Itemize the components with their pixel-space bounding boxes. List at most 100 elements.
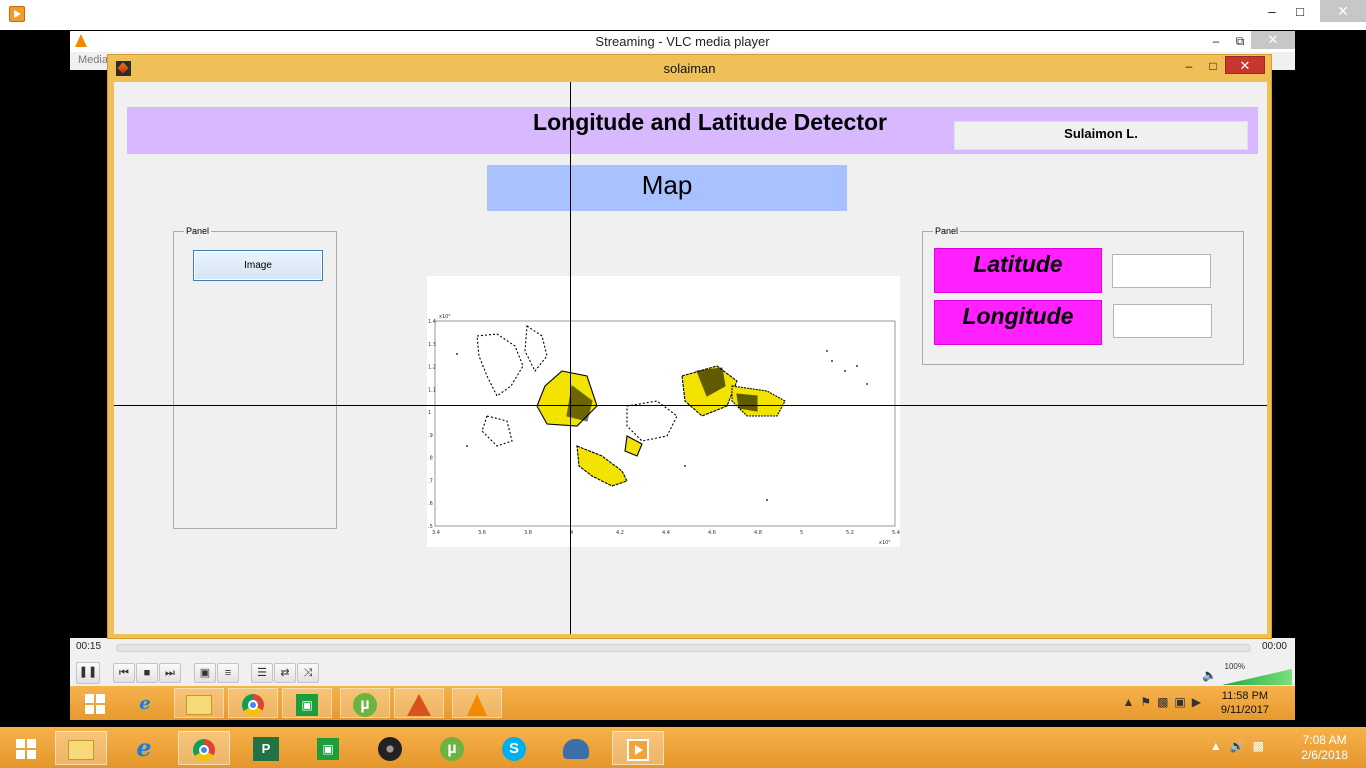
x-multiplier: x10⁵ <box>879 540 890 546</box>
y-tick-label: .9 <box>428 433 433 439</box>
volume-slider[interactable] <box>1222 669 1292 685</box>
main-taskbar-ie[interactable]: e <box>118 731 170 765</box>
taskbar-ie[interactable]: e <box>120 688 170 718</box>
elapsed-time: 00:15 <box>76 641 102 652</box>
fullscreen-button[interactable]: ▣ <box>194 663 216 683</box>
map-image[interactable]: 1.4 1.3 1.2 1.1 1.9.8.7.6.5 3.4 3.6 3.8 4 4.2 4.4… <box>427 276 900 547</box>
x-tick-label: 4.8 <box>754 530 762 536</box>
main-clock-date: 2/6/2018 <box>1301 748 1348 762</box>
taskbar-chrome[interactable] <box>228 688 278 718</box>
inner-taskbar: e ▣ µ ▲⚑▩▣▶ 11:58 PM 9/11/2017 <box>70 686 1295 720</box>
right-panel-caption: Panel <box>933 225 961 237</box>
main-taskbar-vpn[interactable] <box>550 731 602 765</box>
windows-icon <box>16 738 36 759</box>
left-panel: Panel Image <box>173 225 337 529</box>
extended-settings-button[interactable]: ≡ <box>217 663 239 683</box>
taskbar-store[interactable]: ▣ <box>282 688 332 718</box>
folder-icon <box>68 739 94 760</box>
main-clock-time: 7:08 AM <box>1302 733 1347 747</box>
x-tick-label: 4.2 <box>616 530 624 536</box>
next-button[interactable]: ⏭ <box>159 663 181 683</box>
vlc-icon <box>467 694 487 717</box>
x-tick-label: 5.4 <box>892 530 900 536</box>
skype-icon: S <box>502 736 526 761</box>
playlist-button[interactable]: ☰ <box>251 663 273 683</box>
seek-slider[interactable] <box>116 644 1251 652</box>
outer-maximize-button[interactable]: □ <box>1286 3 1314 21</box>
utorrent-icon: µ <box>353 693 377 718</box>
inner-clock-date: 9/11/2017 <box>1220 704 1269 716</box>
y-tick-label: 1.2 <box>428 365 436 371</box>
chrome-icon <box>242 694 264 717</box>
y-tick-label: 1 <box>428 410 431 416</box>
folder-icon <box>186 695 212 716</box>
main-taskbar-project[interactable]: P <box>240 731 292 765</box>
ie-icon: e <box>136 733 152 762</box>
start-button[interactable] <box>70 688 120 718</box>
right-panel: Panel Latitude Longitude <box>922 225 1244 365</box>
taskbar-explorer[interactable] <box>174 688 224 718</box>
stop-button[interactable]: ■ <box>136 663 158 683</box>
figure-minimize-button[interactable]: – <box>1177 57 1201 75</box>
main-taskbar-store[interactable]: ▣ <box>302 731 354 765</box>
matlab-icon <box>407 694 431 717</box>
main-taskbar-skype[interactable]: S <box>488 731 540 765</box>
menu-media[interactable]: Media <box>78 54 108 66</box>
player-icon <box>627 738 649 761</box>
figure-title: solaiman <box>663 61 716 76</box>
outer-close-button[interactable]: ✕ <box>1320 0 1366 22</box>
crosshair-vertical <box>570 82 571 634</box>
plot-frame <box>434 320 896 527</box>
app-heading: Longitude and Latitude Detector <box>533 109 887 135</box>
figure-canvas: Longitude and Latitude Detector Sulaimon… <box>114 82 1267 634</box>
total-time: 00:00 <box>1261 641 1287 652</box>
main-taskbar-media[interactable] <box>364 731 416 765</box>
main-taskbar-explorer[interactable] <box>55 731 107 765</box>
outer-titlebar: – □ ✕ <box>0 0 1366 30</box>
previous-button[interactable]: ⏮ <box>113 663 135 683</box>
vlc-close-button[interactable]: ✕ <box>1251 31 1295 49</box>
main-taskbar: e P ▣ µ S ▲🔊▩ 7:08 AM 2/6/2018 <box>0 727 1366 768</box>
main-taskbar-player[interactable] <box>612 731 664 765</box>
figure-maximize-button[interactable]: □ <box>1201 57 1225 75</box>
vlc-controls: 00:15 00:00 ❚❚ ⏮ ■ ⏭ ▣ ≡ ☰ ⇄ ⤨ 🔈 100% <box>70 638 1295 686</box>
store-icon: ▣ <box>296 694 318 717</box>
left-panel-caption: Panel <box>184 225 212 237</box>
volume-percent: 100% <box>1224 662 1245 671</box>
main-taskbar-utorrent[interactable]: µ <box>426 731 478 765</box>
project-icon: P <box>253 736 279 761</box>
y-multiplier: x10⁵ <box>439 314 450 320</box>
disc-icon <box>378 736 402 761</box>
main-start-button[interactable] <box>0 731 52 765</box>
y-tick-label: 1.1 <box>428 387 436 393</box>
store-icon: ▣ <box>317 737 339 760</box>
pause-button[interactable]: ❚❚ <box>76 662 100 684</box>
latitude-field[interactable] <box>1112 254 1211 288</box>
x-tick-label: 3.6 <box>478 530 486 536</box>
y-tick-label: 1.4 <box>428 319 436 325</box>
header-banner: Longitude and Latitude Detector Sulaimon… <box>127 107 1258 154</box>
latitude-label: Latitude <box>934 248 1102 293</box>
x-tick-label: 5 <box>800 530 803 536</box>
speaker-icon[interactable]: 🔈 <box>1202 668 1217 682</box>
shuffle-button[interactable]: ⤨ <box>297 663 319 683</box>
taskbar-utorrent[interactable]: µ <box>340 688 390 718</box>
image-button[interactable]: Image <box>193 250 323 281</box>
crosshair-horizontal <box>114 405 1267 406</box>
chrome-icon <box>193 738 215 761</box>
taskbar-vlc[interactable] <box>452 688 502 718</box>
figure-close-button[interactable]: ✕ <box>1225 56 1265 74</box>
vlc-minimize-button[interactable]: – <box>1203 32 1229 50</box>
matlab-figure-window: solaiman – □ ✕ Longitude and Latitude De… <box>107 54 1272 639</box>
outer-minimize-button[interactable]: – <box>1258 3 1286 21</box>
ie-icon: e <box>139 693 151 714</box>
loop-button[interactable]: ⇄ <box>274 663 296 683</box>
taskbar-matlab[interactable] <box>394 688 444 718</box>
main-taskbar-chrome[interactable] <box>178 731 230 765</box>
player-app-icon <box>9 6 25 22</box>
vlc-restore-button[interactable]: ⧉ <box>1227 32 1253 50</box>
author-label: Sulaimon L. <box>954 121 1248 150</box>
y-tick-label: .8 <box>428 456 433 462</box>
longitude-field[interactable] <box>1113 304 1212 338</box>
vlc-titlebar: Streaming - VLC media player – ⧉ ✕ <box>70 31 1295 52</box>
